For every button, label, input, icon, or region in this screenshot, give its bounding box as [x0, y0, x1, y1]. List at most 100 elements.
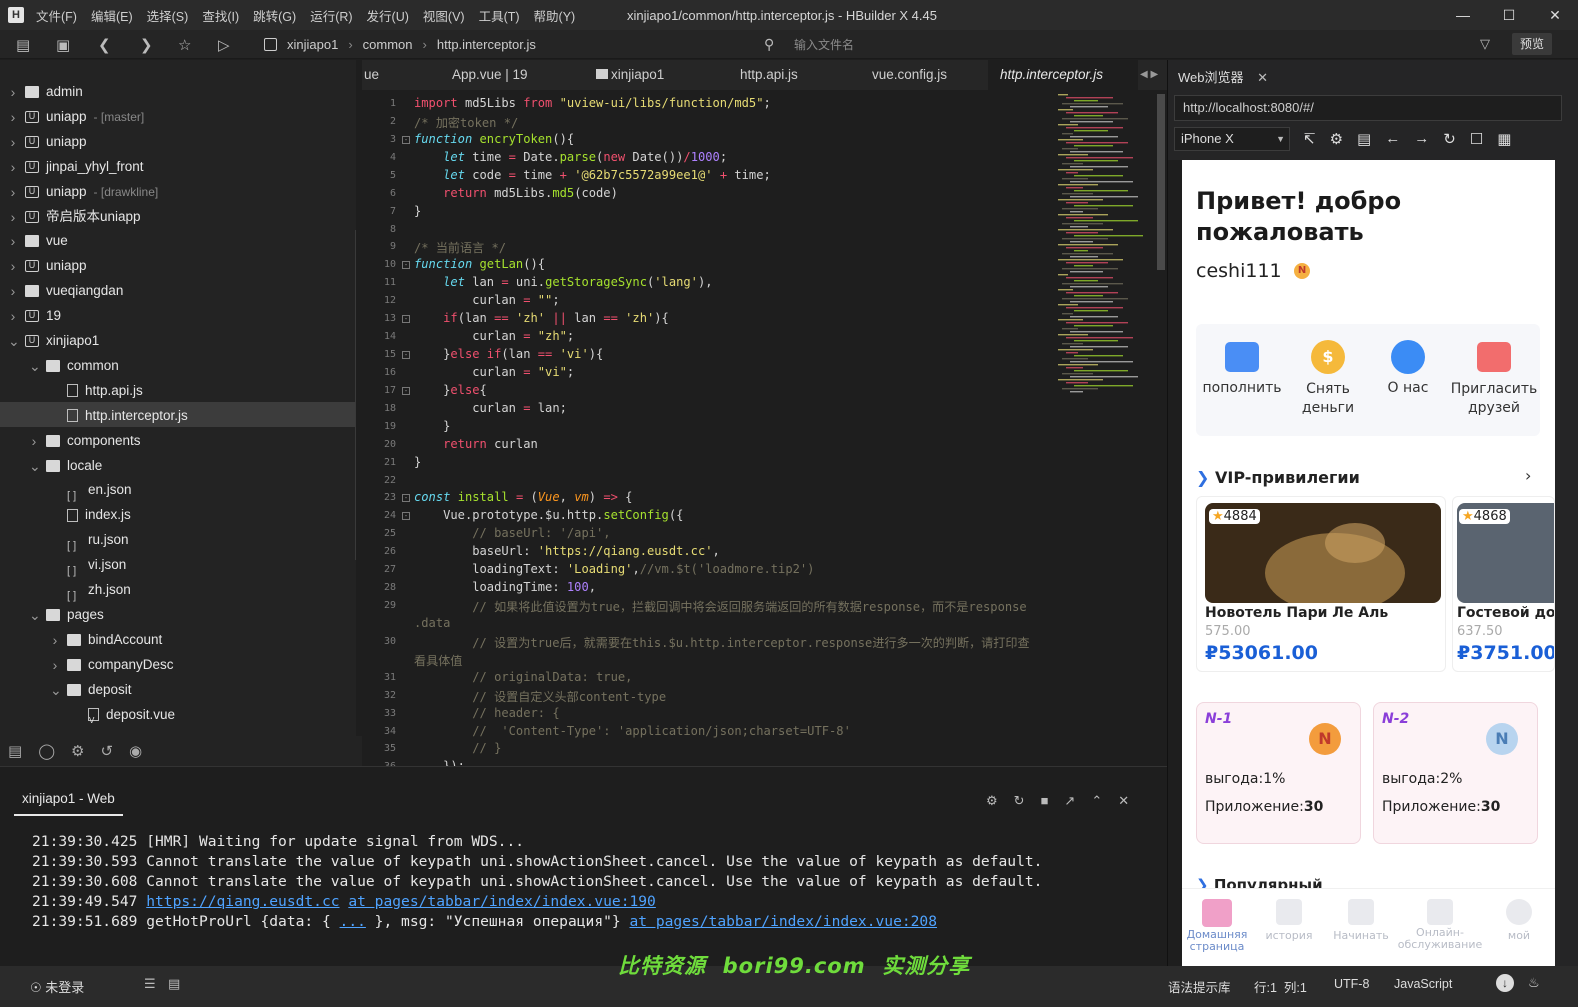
minimize-icon[interactable]: — [1440, 0, 1486, 30]
vip-section-header[interactable]: ❯ VIP-привилегии [1196, 468, 1360, 487]
code-line[interactable]: // } [414, 741, 501, 755]
code-line[interactable]: 看具体值 [414, 652, 462, 669]
deposit-action[interactable]: пополнить [1200, 338, 1284, 396]
refresh-icon[interactable]: ↻ [1443, 130, 1456, 148]
code-line[interactable]: return md5Libs.md5(code) [414, 186, 618, 200]
stop-icon[interactable]: ■ [1041, 793, 1049, 809]
breadcrumb-folder[interactable]: common [363, 37, 413, 52]
tree-item[interactable]: http.api.js [50, 379, 143, 403]
console-icon[interactable]: ▤ [1357, 130, 1371, 148]
code-line[interactable]: if(lan == 'zh' || lan == 'zh'){ [414, 311, 669, 325]
fold-icon[interactable]: - [402, 261, 410, 270]
run-icon[interactable]: ▷ [218, 36, 230, 54]
maximize-icon[interactable]: ☐ [1486, 0, 1532, 30]
rotate-icon[interactable]: ↸ [1303, 130, 1316, 148]
code-line[interactable]: curlan = "vi"; [414, 365, 574, 379]
tree-item[interactable]: index.js [50, 503, 131, 527]
tree-item[interactable]: › companyDesc [50, 653, 174, 677]
code-line[interactable]: baseUrl: 'https://qiang.eusdt.cc', [414, 544, 720, 558]
code-editor[interactable]: 1 2 3-4 5 6 7 8 9 10-11 12 13-14 15-16 17-18 19 20 21 22… [362, 90, 1167, 766]
url-input[interactable]: http://localhost:8080/#/ [1174, 95, 1562, 121]
tab-app-vue[interactable]: App.vue | 19 [452, 60, 572, 90]
menu-view[interactable]: 视图(V) [423, 6, 465, 25]
tree-item[interactable]: http.interceptor.js [50, 404, 188, 428]
tab-vue-config[interactable]: vue.config.js [872, 60, 982, 90]
tree-item[interactable]: › Uuniapp [8, 254, 87, 278]
console-expand-link[interactable]: ... [340, 913, 366, 930]
bug-icon[interactable]: ⚙ [986, 793, 998, 809]
tree-item[interactable]: › admin [8, 80, 83, 104]
menu-edit[interactable]: 编辑(E) [91, 6, 133, 25]
tree-item[interactable]: › U 19 [8, 304, 61, 328]
code-line[interactable]: /* 当前语言 */ [414, 239, 506, 256]
code-line[interactable]: // originalData: true, [414, 670, 632, 684]
hotel-card[interactable]: ★4868 Гостевой дом 637.50 ₽3751.00 [1452, 496, 1555, 672]
chevron-right-icon[interactable]: › [8, 304, 18, 328]
tabbar-home[interactable]: Домашняя страница [1182, 899, 1252, 953]
level-card-n1[interactable]: N-1 N выгода:1% Приложение:30 [1196, 702, 1361, 844]
fold-icon[interactable]: - [402, 386, 410, 395]
code-line[interactable]: // baseUrl: '/api', [414, 526, 610, 540]
fold-icon[interactable]: - [402, 512, 410, 521]
tree-item[interactable]: ⌄ locale [29, 454, 102, 478]
code-line[interactable]: import md5Libs from "uview-ui/libs/funct… [414, 96, 771, 110]
code-line[interactable]: Vue.prototype.$u.http.setConfig({ [414, 508, 683, 522]
withdraw-action[interactable]: $ Снять деньги [1286, 338, 1370, 418]
tab-ue[interactable]: ue [364, 60, 424, 90]
language-mode[interactable]: JavaScript [1394, 977, 1452, 991]
chevron-right-icon[interactable]: › [8, 155, 18, 179]
star-icon[interactable]: ☆ [178, 36, 191, 54]
tabbar-start[interactable]: Начинать [1328, 899, 1394, 942]
minimap[interactable] [1058, 94, 1154, 404]
tree-item[interactable]: › Uuniapp - [drawkline] [8, 180, 159, 204]
close-tab-icon[interactable]: ✕ [1257, 70, 1268, 85]
chevron-down-icon[interactable]: ⌄ [29, 603, 41, 627]
console-source-link[interactable]: at pages/tabbar/index/index.vue:208 [629, 913, 937, 930]
qr-code-icon[interactable]: ▦ [1497, 130, 1511, 148]
tree-item[interactable]: Vdeposit.vue [71, 703, 175, 727]
chevron-down-icon[interactable]: ⌄ [50, 678, 62, 702]
settings-icon[interactable]: ⚙ [1330, 130, 1343, 148]
chevron-right-icon[interactable]: › [8, 279, 18, 303]
code-line[interactable]: // 如果将此值设置为true，拦截回调中将会返回服务端返回的所有数据respo… [414, 598, 1026, 615]
tree-item[interactable]: ⌄ pages [29, 603, 104, 627]
console-link[interactable]: https://qiang.eusdt.cc [146, 893, 339, 910]
code-line[interactable]: let code = time + '@62b7c5572a99ee1@' + … [414, 168, 771, 182]
save-icon[interactable]: ▣ [56, 36, 70, 54]
fold-icon[interactable]: - [402, 135, 410, 144]
code-line[interactable]: } [414, 455, 421, 469]
code-line[interactable]: // 'Content-Type': 'application/json;cha… [414, 724, 851, 738]
tree-item[interactable]: › components [29, 429, 141, 453]
code-line[interactable]: function getLan(){ [414, 257, 545, 271]
sidebar-scrollbar[interactable] [355, 230, 356, 560]
preview-button[interactable]: 预览 [1512, 33, 1552, 55]
cursor-position[interactable]: 行:1 列:1 [1254, 977, 1307, 996]
restart-icon[interactable]: ↻ [1014, 793, 1025, 809]
editor-scrollbar[interactable] [1157, 94, 1165, 270]
terminal-icon[interactable]: ▤ [168, 976, 180, 992]
code-line[interactable]: }); [414, 759, 465, 766]
filter-icon[interactable]: ▽ [1480, 36, 1490, 52]
download-icon[interactable]: ↓ [1496, 974, 1514, 992]
level-card-n2[interactable]: N-2 N выгода:2% Приложение:30 [1373, 702, 1538, 844]
tree-item[interactable]: › vue [8, 229, 68, 253]
chevron-right-icon[interactable]: › [29, 429, 39, 453]
tree-item[interactable]: › U 帝启版本uniapp [8, 205, 141, 229]
breadcrumb-project[interactable]: xinjiapo1 [287, 37, 338, 52]
forward-arrow-icon[interactable]: → [1414, 130, 1429, 148]
code-line[interactable]: const install = (Vue, vm) => { [414, 490, 632, 504]
browser-tab[interactable]: Web浏览器 ✕ [1178, 67, 1268, 86]
tree-item[interactable]: ⌄ common [29, 354, 119, 378]
tabbar-support[interactable]: Онлайн-обслуживание [1394, 899, 1486, 951]
code-line[interactable]: // header: { [414, 706, 559, 720]
tree-item[interactable]: › bindAccount [50, 628, 163, 652]
chevron-right-icon[interactable]: › [50, 653, 60, 677]
collapse-icon[interactable]: ⌃ [1091, 793, 1102, 809]
chevron-right-icon[interactable]: › [50, 628, 60, 652]
chevron-right-icon[interactable]: › [8, 180, 18, 204]
code-line[interactable]: // 设置自定义头部content-type [414, 688, 666, 705]
close-icon[interactable]: ✕ [1532, 0, 1578, 30]
tree-item[interactable]: › Uuniapp - [master] [8, 105, 145, 129]
code-line[interactable]: function encryToken(){ [414, 132, 574, 146]
code-line[interactable]: /* 加密token */ [414, 114, 518, 131]
